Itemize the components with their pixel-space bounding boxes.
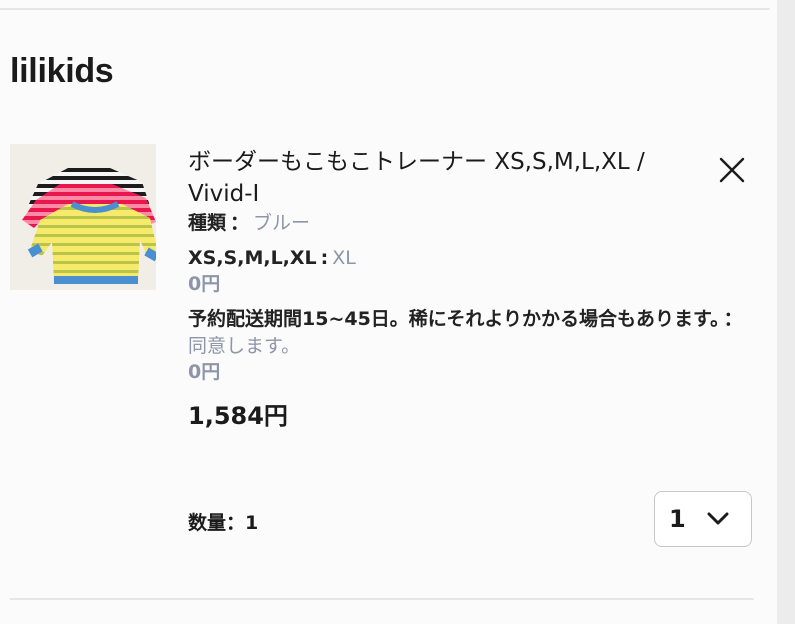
product-image[interactable] bbox=[10, 144, 156, 290]
close-icon bbox=[719, 157, 745, 183]
product-title[interactable]: ボーダーもこもこトレーナー XS,S,M,L,XL / Vivid-I bbox=[188, 146, 688, 210]
option-separator: : bbox=[320, 247, 329, 269]
cart-item-details: ボーダーもこもこトレーナー XS,S,M,L,XL / Vivid-I 種類：ブ… bbox=[188, 146, 753, 431]
product-photo-striped-sweatshirts bbox=[10, 144, 156, 290]
option-size: XS,S,M,L,XL: XL bbox=[188, 245, 753, 272]
bottom-divider bbox=[10, 598, 754, 600]
store-name: lilikids bbox=[10, 52, 114, 90]
option-price: 0円 bbox=[188, 361, 221, 383]
option-price: 0円 bbox=[188, 273, 221, 295]
option-delivery-agreement: 予約配送期間15~45日。稀にそれよりかかる場合もあります。 ： 同意します。 bbox=[188, 306, 753, 360]
panel-edge bbox=[777, 0, 795, 624]
chevron-down-icon bbox=[707, 512, 729, 526]
remove-item-button[interactable] bbox=[716, 154, 748, 186]
quantity-select[interactable]: 1 bbox=[654, 491, 752, 547]
option-separator: ： bbox=[230, 212, 250, 234]
quantity-label: 数量：1 bbox=[188, 512, 259, 534]
option-name: 予約配送期間15~45日。稀にそれよりかかる場合もあります。 bbox=[188, 308, 720, 330]
option-name: 種類 bbox=[188, 212, 227, 234]
option-separator: ： bbox=[723, 308, 743, 330]
option-value: 同意します。 bbox=[188, 335, 301, 357]
line-item-price: 1,584円 bbox=[188, 402, 288, 430]
option-name: XS,S,M,L,XL bbox=[188, 247, 317, 269]
cart-panel: lilikids ボーダーもこもこトレーナー XS,S,M,L,XL / Viv… bbox=[0, 0, 795, 624]
option-value: XL bbox=[332, 247, 356, 269]
option-type: 種類：ブルー bbox=[188, 210, 753, 237]
top-divider bbox=[0, 8, 770, 10]
option-value: ブルー bbox=[253, 212, 311, 234]
quantity-value: 1 bbox=[669, 505, 686, 533]
